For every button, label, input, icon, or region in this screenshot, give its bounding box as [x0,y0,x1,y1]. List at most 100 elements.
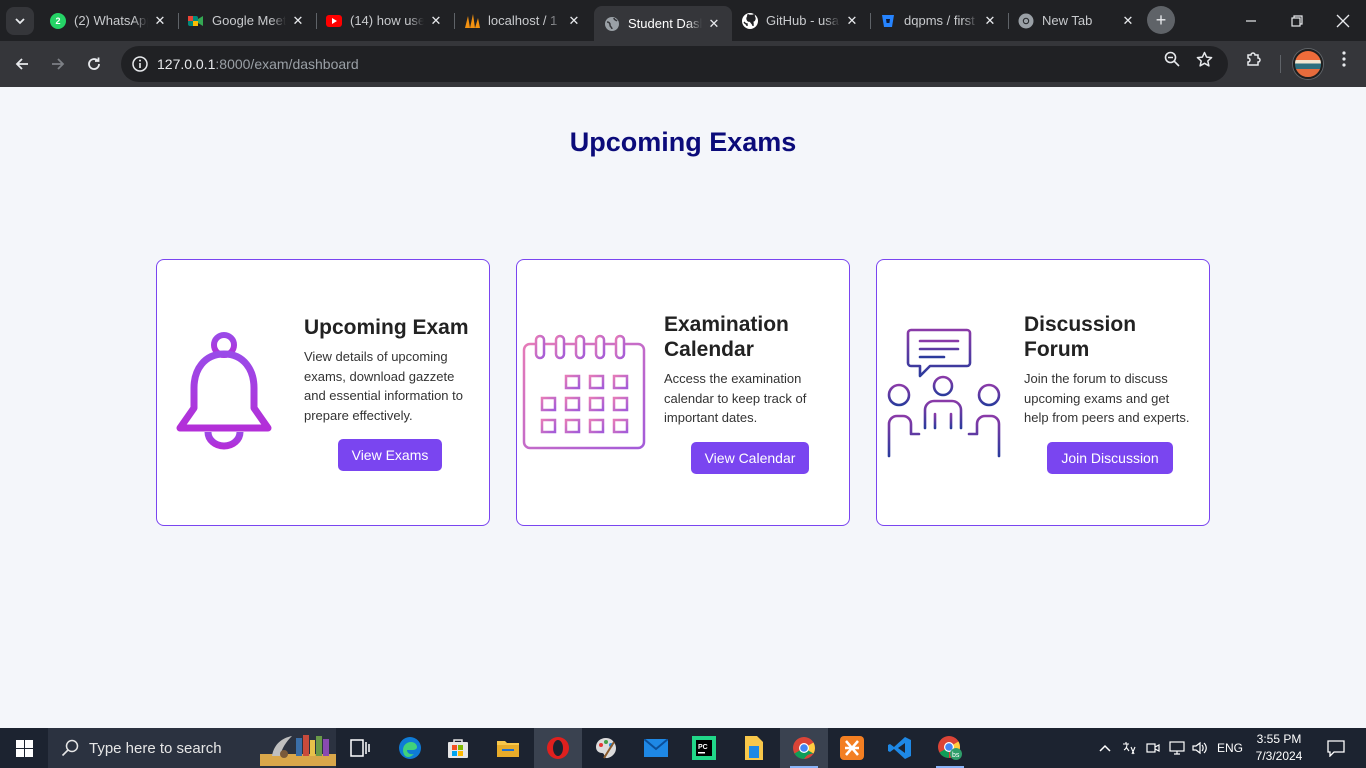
tray-volume-button[interactable] [1189,728,1211,768]
taskbar-chrome-profile[interactable]: bs [926,728,974,768]
card-examination-calendar: Examination Calendar Access the examinat… [516,259,850,526]
taskbar-file-manager[interactable] [730,728,778,768]
store-icon [448,739,468,758]
url-path: :8000/exam/dashboard [215,56,359,72]
globe-icon [604,16,620,32]
close-icon[interactable]: ✕ [982,13,998,29]
taskbar-file-explorer[interactable] [484,728,532,768]
bookmark-button[interactable] [1195,50,1213,68]
restore-button[interactable] [1274,0,1320,41]
clock-time: 3:55 PM [1256,732,1302,746]
back-button[interactable] [6,48,38,80]
taskbar: Type here to search PC bs ENG 3:55 PM 7/… [0,728,1366,768]
close-icon[interactable]: ✕ [152,13,168,29]
view-calendar-button[interactable]: View Calendar [690,441,810,474]
taskbar-vscode[interactable] [876,728,924,768]
tab-new-tab[interactable]: New Tab ✕ [1008,6,1146,35]
taskbar-pycharm[interactable]: PC [680,728,728,768]
chevron-down-icon [15,18,25,25]
notification-button[interactable] [1316,728,1356,768]
tab-github[interactable]: GitHub - usa ✕ [732,6,870,35]
tray-meet-button[interactable] [1142,728,1164,768]
tab-bitbucket[interactable]: dqpms / first ✕ [870,6,1008,35]
google-meet-icon [188,13,204,29]
card-description: Access the examination calendar to keep … [664,371,807,425]
close-icon[interactable]: ✕ [428,13,444,29]
windows-icon [15,739,33,757]
camera-icon [1146,743,1160,753]
tab-student-dashboard[interactable]: Student Dash ✕ [594,6,732,41]
start-button[interactable] [0,728,48,768]
restore-icon [1291,14,1303,27]
task-view-button[interactable] [336,728,384,768]
taskbar-mail[interactable] [632,728,680,768]
card-description: Join the forum to discuss upcoming exams… [1024,371,1190,425]
close-icon[interactable]: ✕ [290,13,306,29]
tab-title: Google Meet [212,13,286,28]
taskbar-chrome[interactable] [780,728,828,768]
bell-icon [176,332,272,450]
notification-icon [1327,740,1345,757]
card-title: Discussion Forum [1024,313,1137,361]
tab-whatsapp[interactable]: 2 (2) WhatsApp ✕ [40,6,178,35]
taskbar-edge[interactable] [386,728,434,768]
url-text[interactable]: 127.0.0.1:8000/exam/dashboard [157,56,359,72]
vscode-icon [888,737,911,759]
tab-search-button[interactable] [6,7,34,35]
tray-overflow-button[interactable] [1094,728,1116,768]
tab-phpmyadmin[interactable]: localhost / 1 ✕ [454,6,592,35]
chrome-profile-icon: bs [938,736,962,760]
arrow-right-icon [52,58,65,70]
card-body: Examination Calendar Access the examinat… [664,312,836,474]
puzzle-icon [1247,52,1261,66]
tab-youtube[interactable]: (14) how use ✕ [316,6,454,35]
taskbar-opera[interactable] [534,728,582,768]
edge-icon [399,737,421,759]
tray-network-button[interactable] [1166,728,1188,768]
opera-icon [547,737,569,759]
youtube-icon [326,13,342,29]
search-icon [61,739,79,757]
close-icon[interactable]: ✕ [706,16,722,32]
tray-ime-button[interactable] [1118,728,1140,768]
close-icon[interactable]: ✕ [566,13,582,29]
bitbucket-icon [880,13,896,29]
chevron-up-icon [1099,744,1111,752]
minimize-button[interactable] [1228,0,1274,41]
tab-title: Student Dash [628,16,702,31]
tab-title: New Tab [1042,13,1093,28]
arrow-left-icon [15,58,28,70]
reload-button[interactable] [78,48,110,80]
taskbar-paint[interactable] [582,728,630,768]
forward-button[interactable] [42,48,74,80]
tray-language[interactable]: ENG [1214,728,1246,768]
taskbar-xampp[interactable] [828,728,876,768]
extensions-button[interactable] [1245,50,1263,68]
close-icon[interactable]: ✕ [844,13,860,29]
join-discussion-button[interactable]: Join Discussion [1047,441,1173,474]
books-illustration-icon [260,735,336,766]
reload-icon [88,57,100,70]
new-tab-button[interactable]: + [1147,6,1175,34]
taskbar-search[interactable]: Type here to search [48,728,336,768]
tab-google-meet[interactable]: Google Meet ✕ [178,6,316,35]
zoom-icon [1164,51,1180,67]
view-exams-button[interactable]: View Exams [337,439,443,471]
address-bar[interactable]: 127.0.0.1:8000/exam/dashboard [121,46,1228,82]
paint-icon [596,738,616,759]
taskbar-clock[interactable]: 3:55 PM 7/3/2024 [1246,731,1312,765]
search-placeholder: Type here to search [89,739,222,757]
close-window-button[interactable] [1320,0,1366,41]
tab-title: (2) WhatsApp [74,13,148,28]
zoom-button[interactable] [1163,50,1181,68]
tab-title: dqpms / first [904,13,975,28]
taskbar-store[interactable] [434,728,482,768]
browser-toolbar: 127.0.0.1:8000/exam/dashboard [0,41,1366,87]
profile-avatar[interactable] [1293,49,1323,79]
site-info-icon[interactable] [125,56,155,72]
menu-button[interactable] [1335,50,1353,68]
calendar-icon [522,334,646,450]
pycharm-icon: PC [692,736,716,760]
chrome-icon [1018,13,1034,29]
close-icon[interactable]: ✕ [1120,13,1136,29]
